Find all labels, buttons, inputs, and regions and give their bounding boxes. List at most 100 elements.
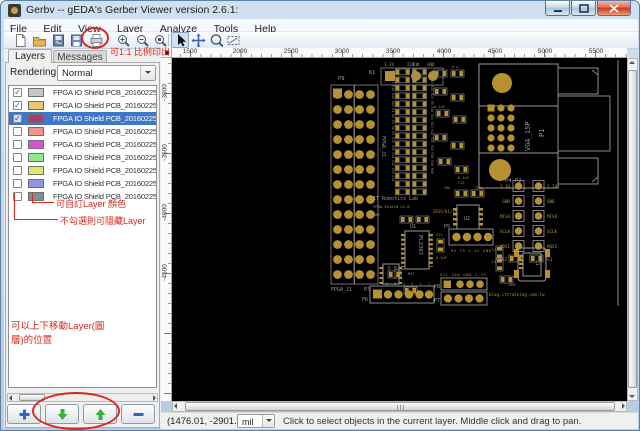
layer-visibility-checkbox[interactable]: ✓ [13,114,22,123]
pointer-tool-button[interactable] [171,32,189,48]
pcb-connector-p5: P5 RX TX 3.3V GND [444,224,494,253]
ruler-label: -3000 [161,84,169,101]
pointer-cursor-icon [177,33,186,46]
scroll-right-icon[interactable] [622,403,625,409]
svg-text:PL2303: PL2303 [417,235,423,255]
svg-text:3.3V: 3.3V [500,184,511,189]
layer-color-swatch[interactable] [28,101,44,110]
horizontal-ruler: 1500 2000 2500 3000 3500 4000 4500 5000 … [172,48,627,58]
ruler-label: 2000 [232,48,248,55]
layer-visibility-checkbox[interactable] [13,140,22,149]
layer-row[interactable]: FPGA IO Shield PCB_20160225- [9,151,156,164]
layer-row[interactable]: ✓ FPGA IO Shield PCB_20160225- [9,99,156,112]
app-icon[interactable] [8,4,21,17]
layer-color-swatch[interactable] [28,166,44,175]
print-annotation-circle [81,27,109,49]
minimize-button[interactable] [545,1,570,16]
zoom-tool-button[interactable] [207,32,225,48]
layer-color-swatch[interactable] [28,127,44,136]
layer-row[interactable]: FPGA IO Shield PCB_20160225.r [9,177,156,190]
svg-text:P1: P1 [538,129,546,137]
ruler-label: 5000 [537,48,553,55]
pcb-ic-u2: 0.1uF C13 10k 220k U2 [444,176,485,230]
svg-text:L1: L1 [492,260,496,264]
vertical-ruler: -3000 -3500 -4000 -4500 [161,58,172,401]
svg-text:GND: GND [502,199,510,204]
layer-label: FPGA IO Shield PCB_20160225- [53,166,157,175]
layer-visibility-checkbox[interactable]: ✓ [13,101,22,110]
remove-layer-button[interactable] [121,404,155,424]
rendering-value: Normal [62,68,93,79]
maximize-button[interactable] [571,1,596,16]
svg-text:GND: GND [427,62,435,67]
svg-text:blog.ittraining.com.tw: blog.ittraining.com.tw [489,292,545,297]
layer-row[interactable]: ✓ FPGA IO Shield PCB_20160225- [9,86,156,99]
scrollbar-thumb[interactable] [185,402,615,411]
measure-tool-button[interactable] [224,32,242,48]
title-bar: Gerbv -- gEDA's Gerber Viewer version 2.… [1,1,639,19]
svg-text:2015/01/16: 2015/01/16 [433,209,458,214]
move-annotation-note-line1: 可以上下移動Layer(圖 [11,321,105,332]
scroll-left-icon[interactable] [9,395,12,401]
svg-text:FPGA Shield V1.0: FPGA Shield V1.0 [373,204,410,209]
layer-color-swatch[interactable] [28,114,44,123]
layer-color-swatch[interactable] [28,179,44,188]
pcb-connector-p6: P6 6 5 4 3 2 1 [362,282,435,304]
pcb-usb-j1: L2 L1 10uF J1 [492,245,550,287]
gerbv-window: Gerbv -- gEDA's Gerber Viewer version 2.… [0,0,640,431]
units-combobox[interactable]: mil [237,414,275,428]
layer-visibility-checkbox[interactable]: ✓ [13,88,22,97]
layer-color-swatch[interactable] [28,88,44,97]
chevron-down-icon [145,71,151,74]
layer-row[interactable]: FPGA IO Shield PCB_20160225- [9,138,156,151]
svg-text:220 Ω: 220 Ω [407,62,420,67]
pcb-connector-p8: SCL SDA GND 3.3V P8 [434,273,488,291]
layer-color-swatch[interactable] [28,140,44,149]
scroll-up-icon[interactable] [629,61,635,64]
pcb-connector-p7: P7 [434,291,488,306]
tab-layers[interactable]: Layers [8,49,52,63]
units-dropdown-button[interactable] [262,415,274,427]
canvas-horizontal-scrollbar[interactable] [172,401,627,412]
hide-annotation-note: 不勾選則可隱藏Layer [60,216,146,226]
svg-text:U1: U1 [410,224,416,230]
minus-icon [133,412,143,416]
rendering-combobox[interactable]: Normal [57,65,156,81]
pcb-vga-connector: VGA_15P P1 [478,63,611,189]
open-folder-icon [32,36,46,46]
svg-text:R16 R17 R18 R19 R20 R1 R2 R3 R: R16 R17 R18 R19 R20 R1 R2 R3 R4 R5 R29 R… [391,70,395,181]
maximize-icon [578,3,589,13]
layer-visibility-checkbox[interactable] [13,179,22,188]
layer-row[interactable]: FPGA IO Shield PCB_20160225- [9,125,156,138]
scrollbar-thumb[interactable] [628,70,637,388]
svg-text:J1: J1 [534,260,540,266]
scroll-right-icon[interactable] [153,395,156,401]
svg-text:VGA_15P: VGA_15P [524,121,532,151]
pan-arrows-icon [191,33,205,47]
new-button[interactable] [11,32,29,48]
svg-text:U3: U3 [387,266,391,270]
measure-icon [227,35,239,45]
layer-row-selected[interactable]: ✓ FPGA IO Shield PCB_20160225- [9,112,156,125]
svg-text:K1: K1 [369,70,375,76]
rendering-dropdown-button[interactable] [140,66,155,80]
close-button[interactable] [597,1,631,16]
layer-visibility-checkbox[interactable] [13,153,22,162]
svg-text:R23 R25 R26 R27 R9 R10 R11 R13: R23 R25 R26 R27 R9 R10 R11 R13 R14 R35 R… [430,70,434,174]
revert-button[interactable] [49,32,67,48]
canvas-vertical-scrollbar[interactable] [627,58,638,401]
pcb-canvas[interactable]: K1 3.3V 5V GND P9 FPGA_J1 FPGA_J1 P3 220… [172,58,627,401]
pan-tool-button[interactable] [189,32,207,48]
ruler-label: 3000 [334,48,350,55]
minimize-icon [553,9,562,12]
layer-color-swatch[interactable] [28,153,44,162]
scroll-down-icon[interactable] [629,395,635,398]
plus-icon [19,409,29,419]
close-icon [609,3,619,13]
layer-visibility-checkbox[interactable] [13,166,22,175]
scroll-left-icon[interactable] [174,403,177,409]
layer-label: FPGA IO Shield PCB_20160225- [53,88,157,97]
layer-row[interactable]: FPGA IO Shield PCB_20160225- [9,164,156,177]
open-button[interactable] [30,32,48,48]
layer-visibility-checkbox[interactable] [13,127,22,136]
